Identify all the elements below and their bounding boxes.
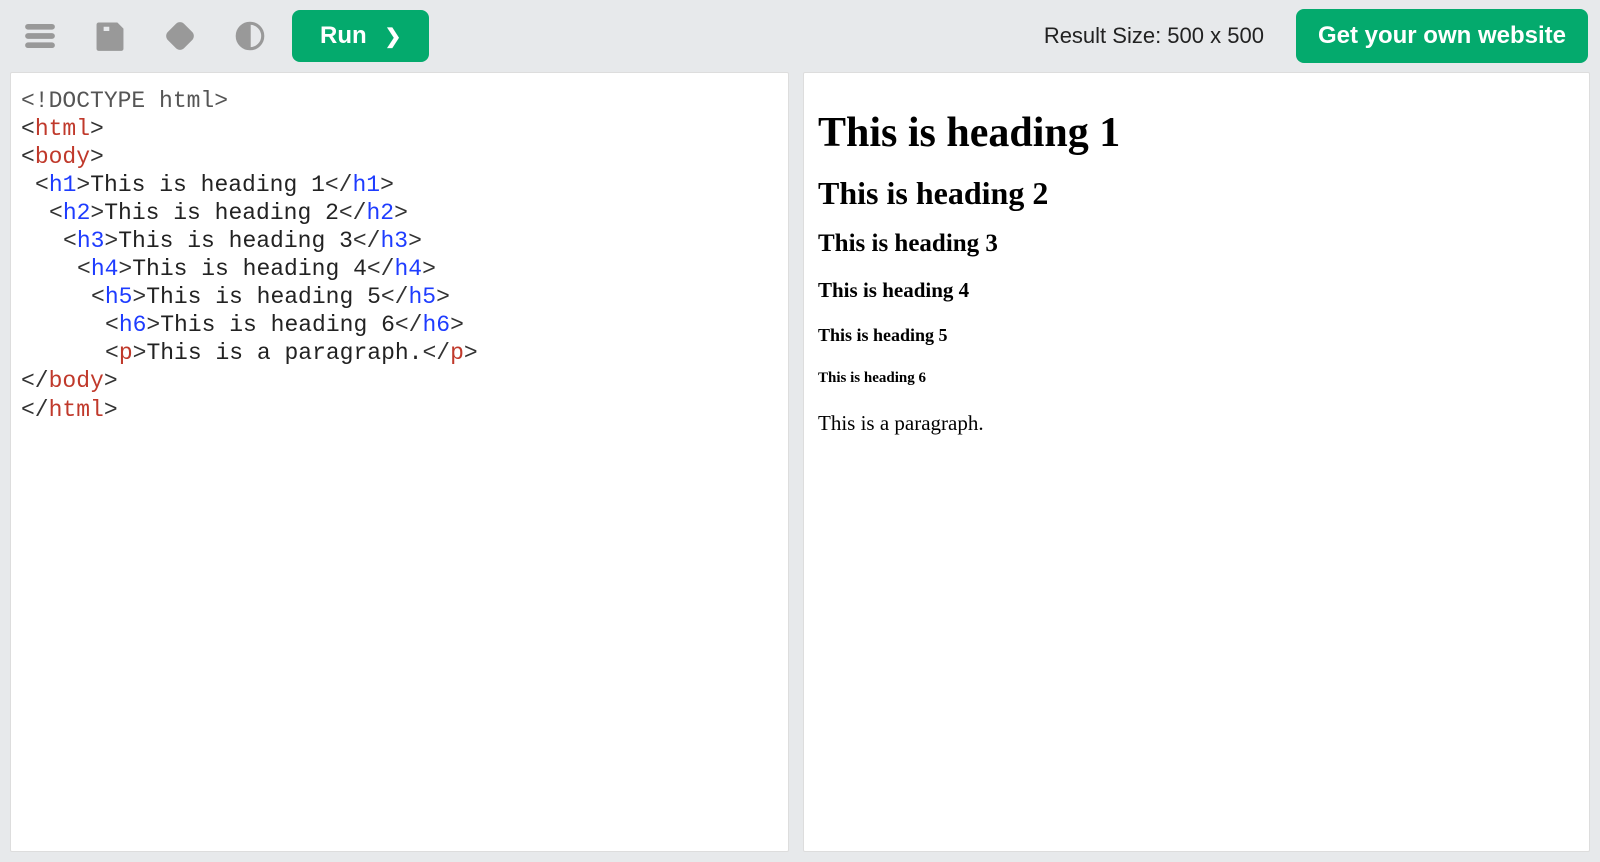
- result-size-label: Result Size: 500 x 500: [1044, 23, 1264, 49]
- code-line[interactable]: <h2>This is heading 2</h2>: [21, 199, 778, 227]
- code-token[interactable]: >: [408, 228, 422, 254]
- preview-h5: This is heading 5: [818, 325, 1575, 346]
- run-button[interactable]: Run ❯: [292, 10, 429, 62]
- code-token[interactable]: h5: [105, 284, 133, 310]
- code-token[interactable]: html: [35, 116, 90, 142]
- code-line[interactable]: <!DOCTYPE html>: [21, 87, 778, 115]
- code-token[interactable]: This is heading 2: [104, 200, 339, 226]
- code-token[interactable]: <: [105, 312, 119, 338]
- code-editor[interactable]: <!DOCTYPE html><html><body><h1>This is h…: [10, 72, 789, 852]
- code-token[interactable]: h4: [394, 256, 422, 282]
- code-token[interactable]: >: [132, 284, 146, 310]
- code-token[interactable]: h2: [63, 200, 91, 226]
- code-token[interactable]: <: [77, 256, 91, 282]
- code-token[interactable]: This is heading 4: [132, 256, 367, 282]
- code-token[interactable]: </: [381, 284, 409, 310]
- code-token[interactable]: <: [35, 172, 49, 198]
- code-token[interactable]: >: [76, 172, 90, 198]
- code-token[interactable]: >: [394, 200, 408, 226]
- code-line[interactable]: <body>: [21, 143, 778, 171]
- code-token[interactable]: </: [21, 397, 49, 423]
- preview-h2: This is heading 2: [818, 175, 1575, 212]
- run-button-label: Run: [320, 22, 367, 50]
- code-token[interactable]: html: [49, 397, 104, 423]
- code-token[interactable]: <: [21, 116, 35, 142]
- preview-h4: This is heading 4: [818, 278, 1575, 303]
- code-token[interactable]: h5: [408, 284, 436, 310]
- code-token[interactable]: </: [21, 368, 49, 394]
- code-line[interactable]: <p>This is a paragraph.</p>: [21, 339, 778, 367]
- toolbar: Run ❯ Result Size: 500 x 500 Get your ow…: [0, 0, 1600, 72]
- code-line[interactable]: </html>: [21, 396, 778, 424]
- code-token[interactable]: <: [63, 228, 77, 254]
- code-token[interactable]: p: [119, 340, 133, 366]
- code-token[interactable]: <!DOCTYPE html>: [21, 88, 228, 114]
- preview-p: This is a paragraph.: [818, 411, 1575, 436]
- code-token[interactable]: >: [422, 256, 436, 282]
- preview-h6: This is heading 6: [818, 370, 1575, 387]
- code-token[interactable]: This is heading 1: [90, 172, 325, 198]
- code-token[interactable]: This is heading 5: [146, 284, 381, 310]
- code-line[interactable]: <h1>This is heading 1</h1>: [21, 171, 778, 199]
- app-root: Run ❯ Result Size: 500 x 500 Get your ow…: [0, 0, 1600, 862]
- code-line[interactable]: <h5>This is heading 5</h5>: [21, 283, 778, 311]
- code-line[interactable]: <h6>This is heading 6</h6>: [21, 311, 778, 339]
- code-token[interactable]: h2: [366, 200, 394, 226]
- code-token[interactable]: >: [118, 256, 132, 282]
- code-token[interactable]: >: [104, 368, 118, 394]
- code-token[interactable]: h4: [91, 256, 119, 282]
- code-token[interactable]: >: [380, 172, 394, 198]
- code-token[interactable]: >: [104, 397, 118, 423]
- code-token[interactable]: body: [49, 368, 104, 394]
- code-line[interactable]: <h3>This is heading 3</h3>: [21, 227, 778, 255]
- code-token[interactable]: </: [367, 256, 395, 282]
- code-token[interactable]: >: [104, 228, 118, 254]
- preview-h1: This is heading 1: [818, 109, 1575, 157]
- chevron-right-icon: ❯: [385, 24, 402, 49]
- code-token[interactable]: h3: [380, 228, 408, 254]
- code-line[interactable]: <h4>This is heading 4</h4>: [21, 255, 778, 283]
- code-token[interactable]: >: [90, 144, 104, 170]
- code-token[interactable]: <: [105, 340, 119, 366]
- code-token[interactable]: </: [325, 172, 353, 198]
- code-token[interactable]: >: [464, 340, 478, 366]
- code-token[interactable]: >: [146, 312, 160, 338]
- code-token[interactable]: <: [91, 284, 105, 310]
- code-token[interactable]: </: [339, 200, 367, 226]
- code-token[interactable]: <: [49, 200, 63, 226]
- code-token[interactable]: <: [21, 144, 35, 170]
- code-token[interactable]: h3: [77, 228, 105, 254]
- code-token[interactable]: </: [422, 340, 450, 366]
- code-token[interactable]: >: [90, 116, 104, 142]
- code-token[interactable]: h1: [49, 172, 77, 198]
- code-line[interactable]: </body>: [21, 367, 778, 395]
- menu-icon[interactable]: [12, 8, 68, 64]
- code-token[interactable]: h6: [119, 312, 147, 338]
- preview-pane: This is heading 1 This is heading 2 This…: [803, 72, 1590, 852]
- code-token[interactable]: >: [133, 340, 147, 366]
- save-icon[interactable]: [82, 8, 138, 64]
- preview-h3: This is heading 3: [818, 230, 1575, 258]
- code-token[interactable]: >: [436, 284, 450, 310]
- code-token[interactable]: </: [353, 228, 381, 254]
- code-token[interactable]: h6: [422, 312, 450, 338]
- get-website-button[interactable]: Get your own website: [1296, 9, 1588, 63]
- theme-icon[interactable]: [222, 8, 278, 64]
- panes: <!DOCTYPE html><html><body><h1>This is h…: [0, 72, 1600, 862]
- code-token[interactable]: </: [395, 312, 423, 338]
- code-token[interactable]: p: [450, 340, 464, 366]
- rotate-icon[interactable]: [152, 8, 208, 64]
- code-token[interactable]: body: [35, 144, 90, 170]
- code-token[interactable]: >: [450, 312, 464, 338]
- code-token[interactable]: h1: [352, 172, 380, 198]
- code-token[interactable]: This is heading 3: [118, 228, 353, 254]
- code-token[interactable]: >: [90, 200, 104, 226]
- code-line[interactable]: <html>: [21, 115, 778, 143]
- code-token[interactable]: This is a paragraph.: [146, 340, 422, 366]
- code-token[interactable]: This is heading 6: [160, 312, 395, 338]
